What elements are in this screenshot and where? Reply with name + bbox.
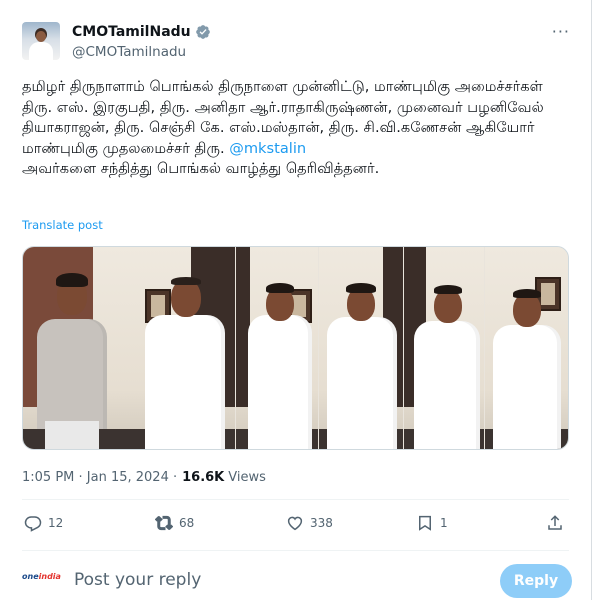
post-meta: 1:05 PM · Jan 15, 2024 · 16.6K Views [22, 470, 266, 485]
views-label: Views [228, 470, 266, 485]
post-text: தமிழர் திருநாளாம் பொங்கல் திருநாளை முன்ன… [22, 77, 567, 180]
mention-link[interactable]: @mkstalin [229, 140, 306, 157]
share-icon [548, 515, 562, 530]
bookmark-icon [419, 515, 431, 531]
reply-avatar-text-a: one [22, 572, 39, 581]
divider [22, 499, 569, 500]
bookmark-button[interactable]: 1 [416, 514, 448, 532]
post-text-end: அவர்களை சந்தித்து பொங்கல் வாழ்த்து தெரிவ… [22, 160, 380, 178]
reply-icon [24, 516, 42, 532]
views-count: 16.6K [182, 470, 225, 485]
like-icon [287, 516, 303, 531]
author-name[interactable]: CMOTamilNadu [72, 24, 191, 40]
divider [22, 550, 569, 551]
reply-count: 12 [48, 516, 64, 530]
reply-avatar-text-b: india [38, 572, 61, 581]
post-timestamp[interactable]: 1:05 PM · Jan 15, 2024 · [22, 470, 177, 485]
author-avatar[interactable] [22, 22, 60, 60]
share-button[interactable] [546, 514, 564, 532]
post-card: CMOTamilNadu @CMOTamilnadu ··· தமிழர் தி… [0, 0, 592, 600]
more-options-icon[interactable]: ··· [552, 22, 570, 41]
translate-post-link[interactable]: Translate post [22, 218, 103, 232]
author-name-row: CMOTamilNadu [72, 24, 211, 40]
photo-panel-4 [404, 247, 484, 449]
post-header: CMOTamilNadu @CMOTamilnadu ··· [22, 22, 574, 66]
author-handle[interactable]: @CMOTamilnadu [72, 44, 186, 60]
repost-button[interactable]: 68 [155, 514, 194, 532]
reply-composer: oneindia Post your reply Reply [22, 562, 572, 598]
verified-badge-icon [195, 25, 210, 39]
reply-input[interactable]: Post your reply [74, 570, 201, 590]
like-button[interactable]: 338 [286, 514, 333, 532]
photo-panel-3 [319, 247, 403, 449]
photo-panel-1 [23, 247, 235, 449]
like-count: 338 [310, 516, 333, 530]
reply-button[interactable]: 12 [24, 514, 63, 532]
photo-panel-5 [485, 247, 568, 449]
post-photo[interactable] [22, 246, 569, 450]
post-actions: 12 68 338 1 [22, 514, 572, 538]
bookmark-count: 1 [440, 516, 448, 530]
photo-panel-2 [236, 247, 318, 449]
repost-count: 68 [179, 516, 195, 530]
repost-icon [155, 515, 173, 531]
reply-avatar: oneindia [22, 572, 61, 581]
reply-submit-button[interactable]: Reply [500, 564, 572, 598]
